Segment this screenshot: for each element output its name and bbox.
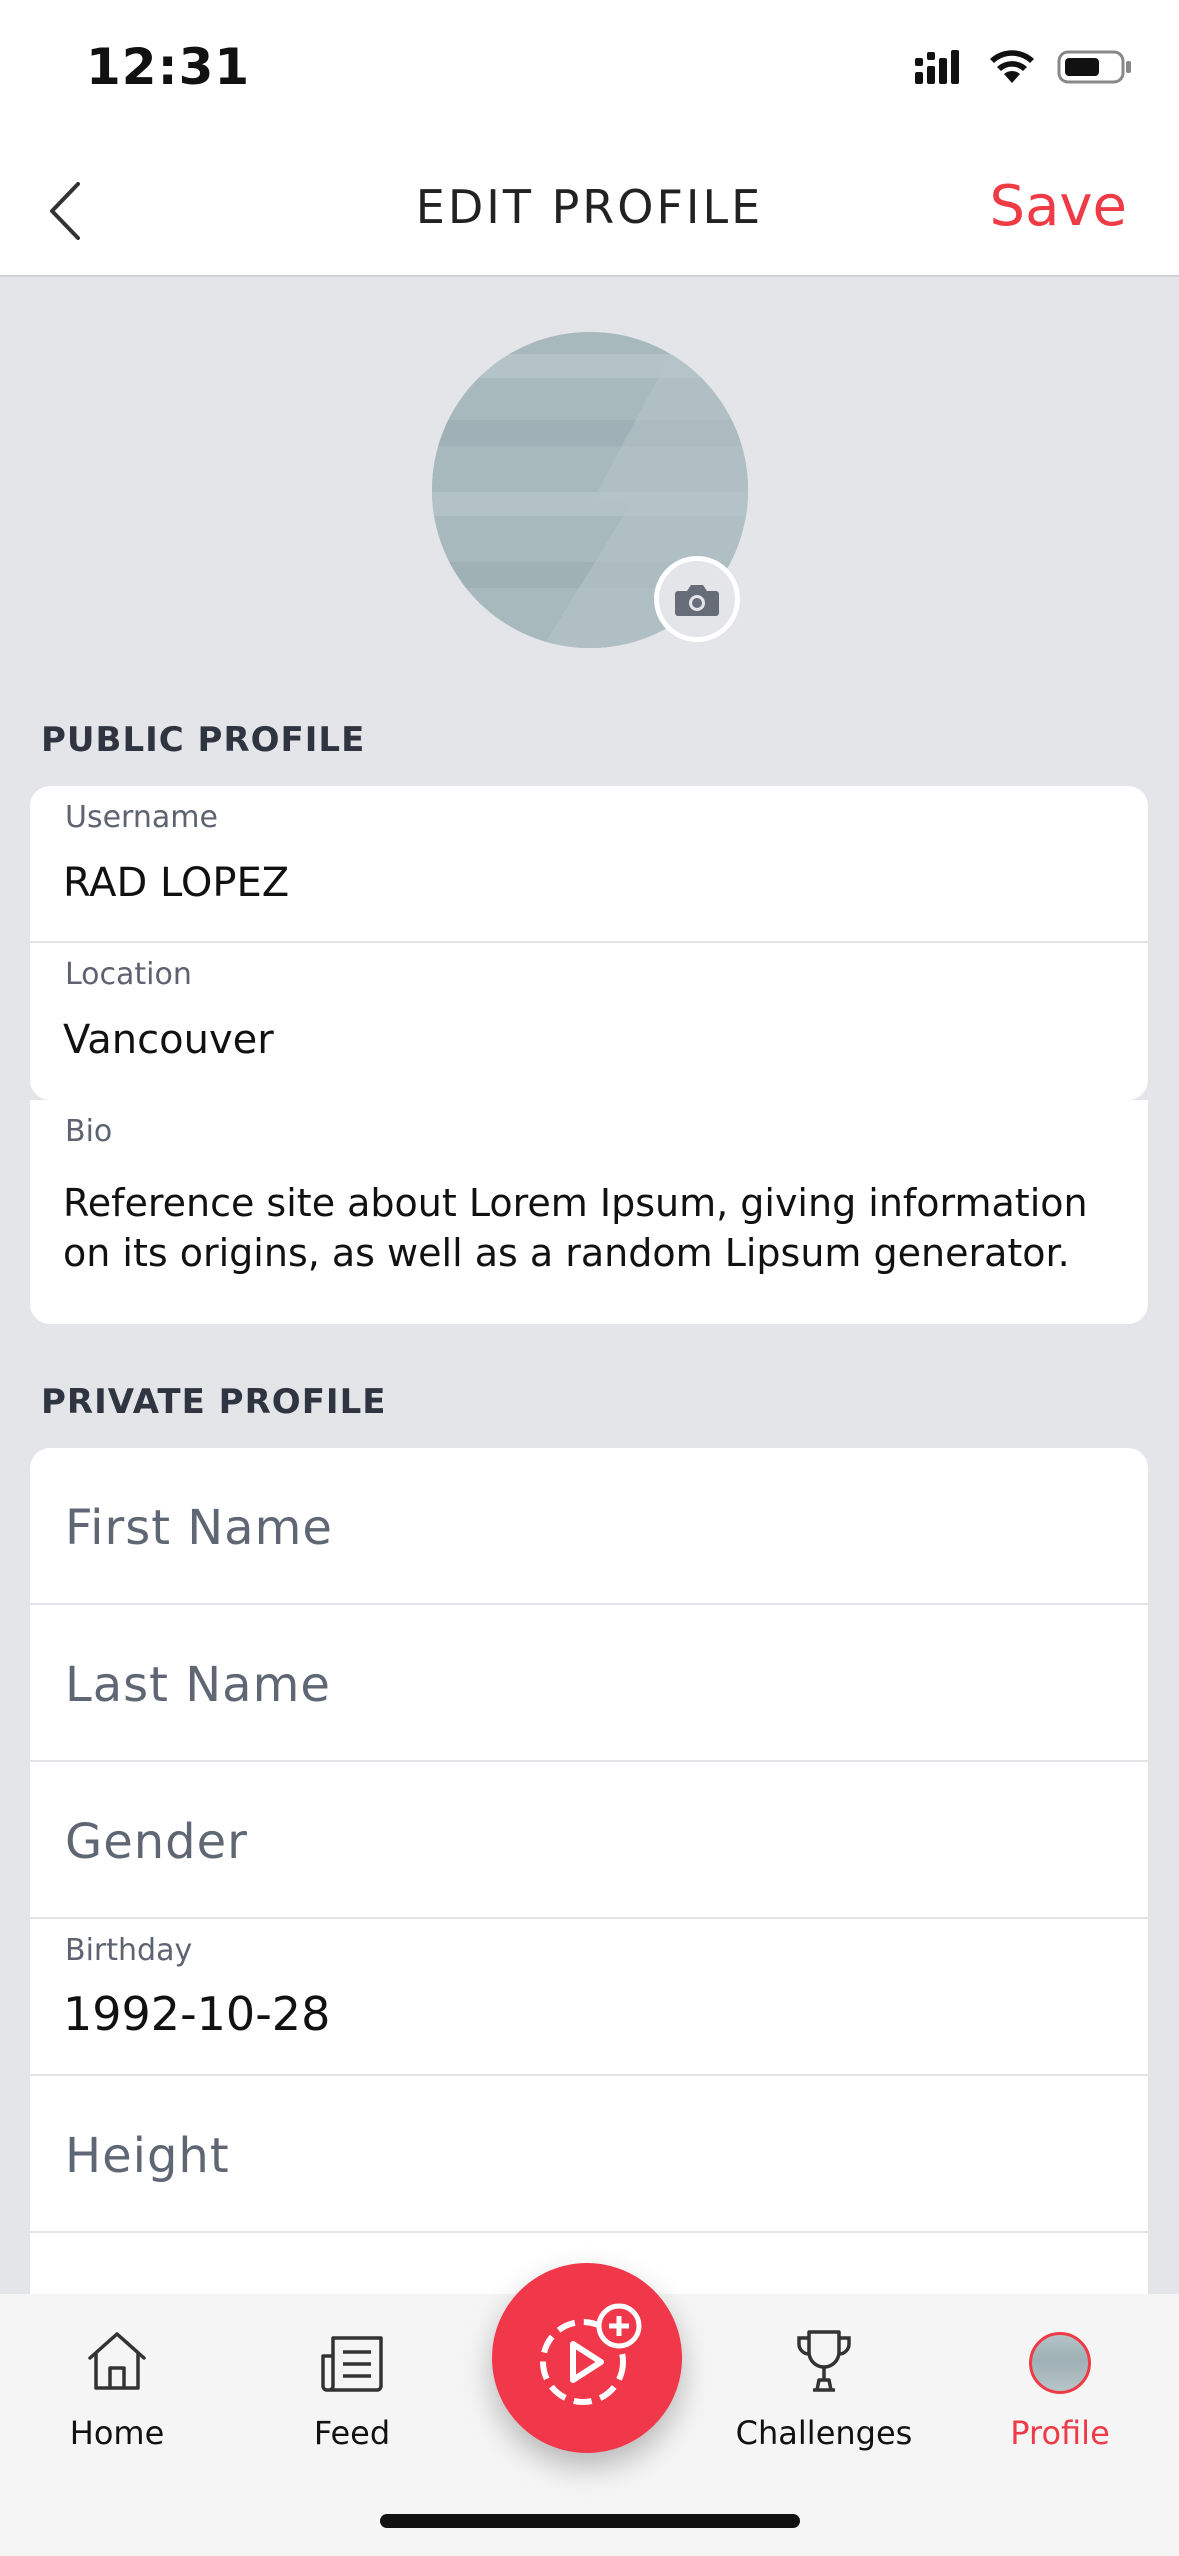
battery-icon bbox=[1057, 50, 1131, 84]
bio-label: Bio bbox=[65, 1114, 113, 1149]
home-indicator bbox=[380, 2514, 800, 2528]
status-icons bbox=[915, 48, 1133, 86]
last-name-field[interactable]: Last Name bbox=[30, 1605, 1148, 1762]
navigation-bar: EDIT PROFILE Save bbox=[0, 140, 1179, 277]
tab-feed[interactable]: Feed bbox=[242, 2294, 462, 2452]
avatar bbox=[1029, 2332, 1091, 2394]
tab-profile[interactable]: Profile bbox=[950, 2294, 1170, 2452]
bio-field[interactable]: Bio Reference site about Lorem Ipsum, gi… bbox=[30, 1100, 1148, 1324]
tab-home-label: Home bbox=[69, 2414, 165, 2452]
gender-placeholder[interactable]: Gender bbox=[65, 1814, 248, 1870]
feed-icon bbox=[321, 2336, 383, 2392]
location-value[interactable]: Vancouver bbox=[63, 1017, 274, 1063]
public-profile-card: Username RAD LOPEZ Location Vancouver bbox=[30, 786, 1148, 1100]
wifi-icon bbox=[990, 50, 1034, 83]
gender-field[interactable]: Gender bbox=[30, 1762, 1148, 1919]
create-video-icon bbox=[540, 2303, 642, 2405]
profile-avatar-editor[interactable] bbox=[432, 332, 748, 648]
save-button[interactable]: Save bbox=[990, 174, 1127, 239]
first-name-field[interactable]: First Name bbox=[30, 1448, 1148, 1605]
username-value[interactable]: RAD LOPEZ bbox=[63, 860, 289, 906]
birthday-field[interactable]: Birthday 1992-10-28 bbox=[30, 1919, 1148, 2076]
birthday-value[interactable]: 1992-10-28 bbox=[63, 1987, 330, 2041]
create-challenge-button[interactable] bbox=[492, 2263, 682, 2453]
tab-challenges[interactable]: Challenges bbox=[714, 2294, 934, 2452]
tab-home[interactable]: Home bbox=[7, 2294, 227, 2452]
birthday-label: Birthday bbox=[65, 1933, 193, 1968]
cellular-signal-icon bbox=[915, 50, 959, 84]
location-field[interactable]: Location Vancouver bbox=[30, 943, 1148, 1100]
home-icon bbox=[88, 2332, 146, 2390]
change-photo-button[interactable] bbox=[654, 556, 740, 642]
private-profile-heading: PRIVATE PROFILE bbox=[41, 1382, 387, 1422]
public-profile-heading: PUBLIC PROFILE bbox=[41, 720, 366, 760]
first-name-placeholder[interactable]: First Name bbox=[65, 1500, 333, 1556]
tab-profile-label: Profile bbox=[1010, 2414, 1110, 2452]
camera-icon bbox=[675, 585, 719, 616]
trophy-icon bbox=[797, 2330, 851, 2392]
location-label: Location bbox=[65, 957, 192, 992]
bio-value[interactable]: Reference site about Lorem Ipsum, giving… bbox=[63, 1178, 1088, 1278]
status-bar: 12:31 bbox=[0, 0, 1179, 140]
height-placeholder[interactable]: Height bbox=[65, 2128, 230, 2184]
bio-card: Bio Reference site about Lorem Ipsum, gi… bbox=[30, 1100, 1148, 1324]
last-name-placeholder[interactable]: Last Name bbox=[65, 1657, 331, 1713]
tab-feed-label: Feed bbox=[313, 2414, 391, 2452]
username-field[interactable]: Username RAD LOPEZ bbox=[30, 786, 1148, 943]
username-label: Username bbox=[65, 800, 218, 835]
tab-challenges-label: Challenges bbox=[735, 2414, 913, 2452]
status-time: 12:31 bbox=[86, 38, 251, 96]
private-profile-card: First Name Last Name Gender Birthday 199… bbox=[30, 1448, 1148, 2294]
height-field[interactable]: Height bbox=[30, 2076, 1148, 2233]
